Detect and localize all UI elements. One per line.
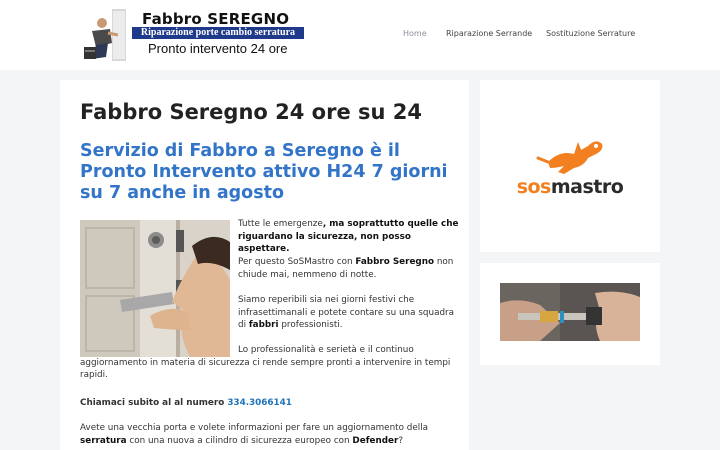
running-dog-icon xyxy=(536,141,603,174)
site-logo[interactable]: Fabbro SEREGNO Riparazione porte cambio … xyxy=(82,7,304,63)
availability-paragraph: Per questo SoSMastro con Fabbro Seregno … xyxy=(238,257,454,280)
nav-sostituzione-serrature[interactable]: Sostituzione Serrature xyxy=(546,29,635,38)
sidebar-image-widget xyxy=(480,263,660,365)
professionalism-paragraph: Lo professionalità e serietà e il contin… xyxy=(80,345,451,380)
team-paragraph: Siamo reperibili sia nei giorni festivi … xyxy=(238,295,455,330)
locksmith-door-photo xyxy=(80,220,230,357)
sosmastro-logo[interactable]: sosmastro xyxy=(508,132,632,202)
lock-cylinder-photo xyxy=(500,283,640,341)
brand-wordmark: sosmastro xyxy=(516,176,624,198)
main-content: Fabbro Seregno 24 ore su 24 Servizio di … xyxy=(60,80,469,450)
locksmith-figure-icon xyxy=(84,9,126,61)
nav-riparazione-serrande[interactable]: Riparazione Serrande xyxy=(446,29,532,38)
site-header: Fabbro SEREGNO Riparazione porte cambio … xyxy=(0,0,720,70)
logo-tagline: Riparazione porte cambio serratura xyxy=(132,27,304,39)
sidebar-brand-widget: sosmastro xyxy=(480,80,660,252)
logo-subtitle: Pronto intervento 24 ore xyxy=(148,41,288,56)
upgrade-paragraph: Avete una vecchia porta e volete informa… xyxy=(80,423,429,446)
page-subtitle: Servizio di Fabbro a Seregno è il Pronto… xyxy=(80,141,448,203)
nav-home[interactable]: Home xyxy=(403,29,427,38)
call-to-action: Chiamaci subito al al numero 334.3066141 xyxy=(80,398,292,408)
phone-link[interactable]: 334.3066141 xyxy=(227,398,292,408)
page-title: Fabbro Seregno 24 ore su 24 xyxy=(80,100,422,124)
logo-title: Fabbro SEREGNO xyxy=(142,10,290,28)
intro-paragraph: Tutte le emergenze, ma soprattutto quell… xyxy=(238,219,459,254)
